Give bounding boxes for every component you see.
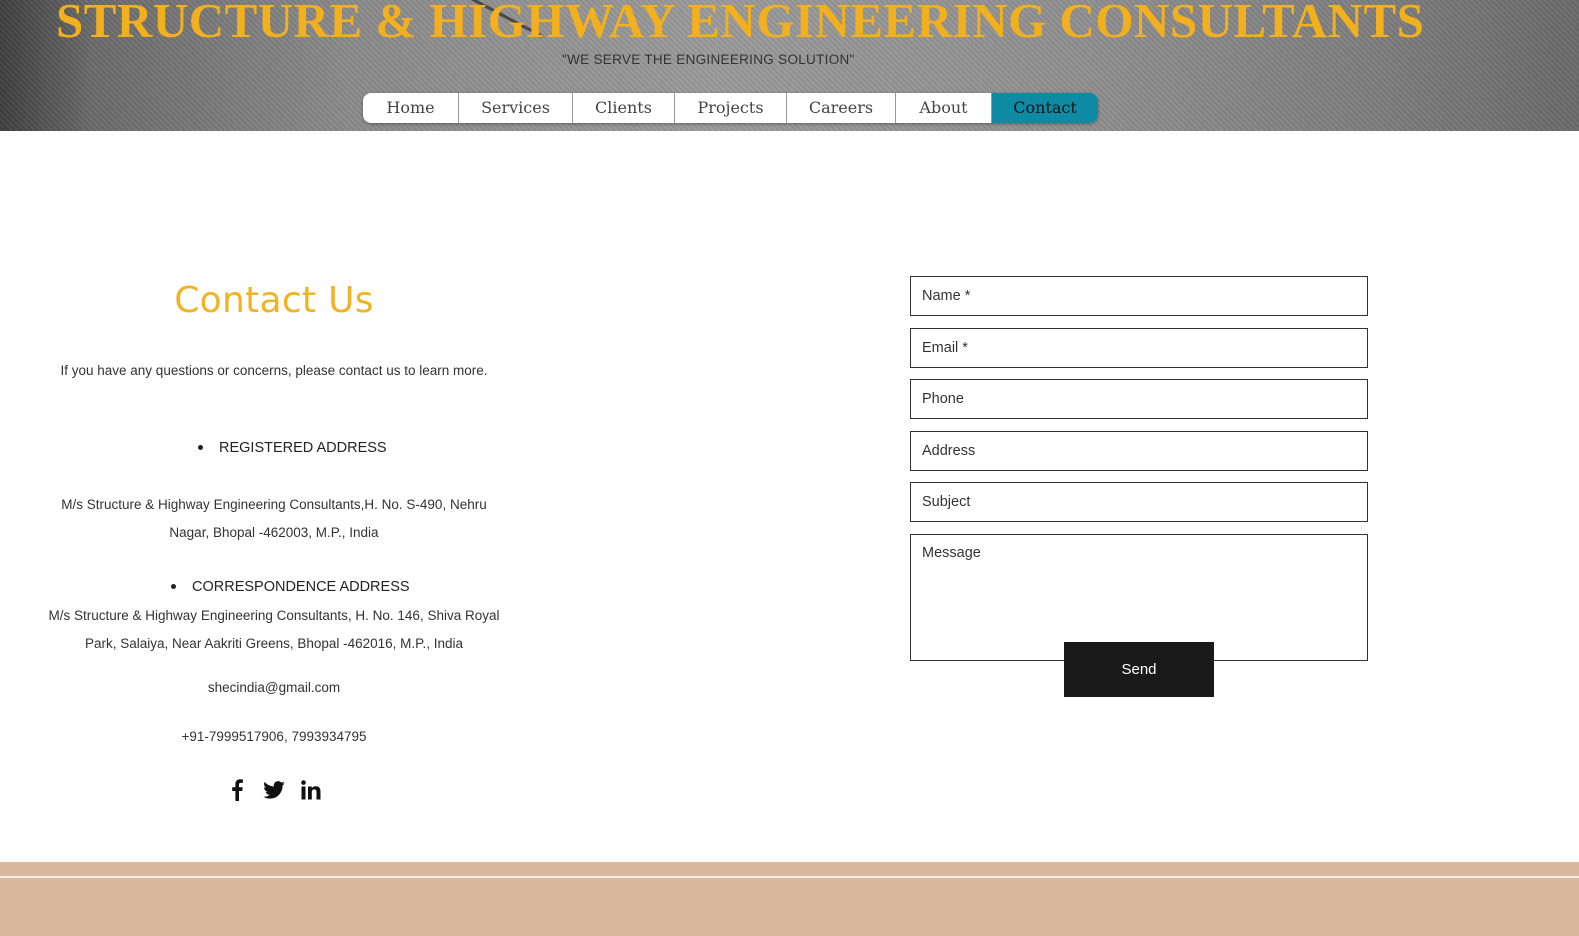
bullet-icon: [171, 583, 176, 589]
contact-heading: Contact Us: [174, 280, 374, 321]
bullet-icon: [198, 444, 203, 450]
email-field[interactable]: [911, 329, 1367, 367]
facebook-icon[interactable]: [226, 778, 248, 802]
address-field-wrapper: [910, 431, 1368, 471]
email-field-wrapper: [910, 328, 1368, 368]
nav-item-services[interactable]: Services: [459, 93, 573, 123]
nav-item-clients[interactable]: Clients: [573, 93, 675, 123]
registered-address: M/s Structure & Highway Engineering Cons…: [61, 497, 487, 540]
site-tagline: "WE SERVE THE ENGINEERING SOLUTION": [562, 52, 855, 67]
address-field[interactable]: [911, 432, 1367, 470]
contact-intro-text: If you have any questions or concerns, p…: [60, 363, 488, 378]
registered-address-label: REGISTERED ADDRESS: [219, 440, 387, 456]
phone-field[interactable]: [911, 380, 1367, 418]
correspondence-address-label: CORRESPONDENCE ADDRESS: [192, 579, 410, 595]
social-links: [226, 778, 322, 802]
linkedin-icon[interactable]: [300, 778, 322, 802]
footer-divider: [0, 876, 1579, 878]
nav-item-careers[interactable]: Careers: [787, 93, 896, 123]
nav-item-home[interactable]: Home: [363, 93, 459, 123]
nav-item-about[interactable]: About: [896, 93, 992, 123]
subject-field[interactable]: [911, 483, 1367, 521]
send-button[interactable]: Send: [1064, 642, 1214, 697]
contact-email[interactable]: shecindia@gmail.com: [0, 680, 548, 695]
footer: [0, 862, 1579, 936]
site-header: STRUCTURE & HIGHWAY ENGINEERING CONSULTA…: [0, 0, 1579, 131]
twitter-icon[interactable]: [263, 778, 285, 802]
name-field[interactable]: [911, 277, 1367, 315]
name-field-wrapper: [910, 276, 1368, 316]
registered-address-heading: REGISTERED ADDRESS: [198, 440, 387, 456]
main-nav: Home Services Clients Projects Careers A…: [363, 93, 1098, 123]
correspondence-address: M/s Structure & Highway Engineering Cons…: [48, 608, 500, 651]
correspondence-address-heading: CORRESPONDENCE ADDRESS: [171, 579, 410, 595]
site-title[interactable]: STRUCTURE & HIGHWAY ENGINEERING CONSULTA…: [56, 0, 1424, 49]
nav-item-projects[interactable]: Projects: [675, 93, 787, 123]
phone-field-wrapper: [910, 379, 1368, 419]
contact-phone: +91-7999517906, 7993934795: [181, 729, 367, 744]
nav-item-contact[interactable]: Contact: [992, 93, 1098, 123]
subject-field-wrapper: [910, 482, 1368, 522]
